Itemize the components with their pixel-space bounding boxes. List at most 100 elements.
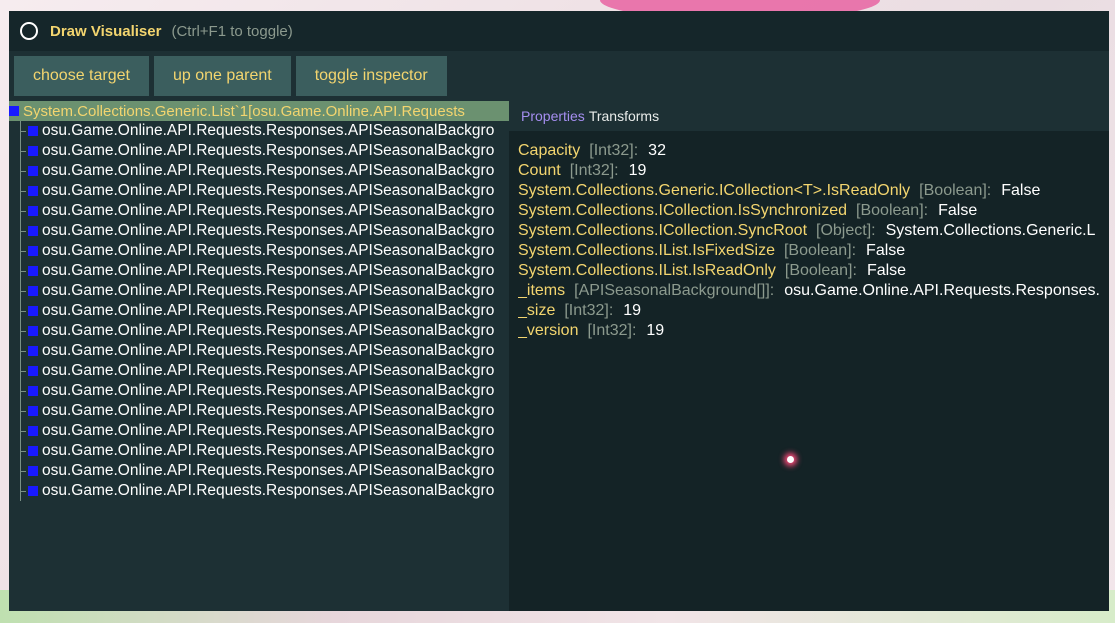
property-row: System.Collections.ICollection.SyncRoot [… <box>518 221 1109 241</box>
tree-branch-line <box>20 150 26 152</box>
property-type: [Boolean]: <box>919 182 992 199</box>
tree-root-label: System.Collections.Generic.List`1[osu.Ga… <box>23 102 465 120</box>
property-row: _size [Int32]: 19 <box>518 301 1109 321</box>
property-value: False <box>866 262 907 279</box>
node-square-icon <box>28 366 38 376</box>
tree-item-label: osu.Game.Online.API.Requests.Responses.A… <box>42 162 495 179</box>
tree-item-label: osu.Game.Online.API.Requests.Responses.A… <box>42 422 495 439</box>
property-name: Count <box>518 162 561 179</box>
tree-item-label: osu.Game.Online.API.Requests.Responses.A… <box>42 242 495 259</box>
tree-item[interactable]: osu.Game.Online.API.Requests.Responses.A… <box>20 421 509 441</box>
property-type: [Boolean]: <box>784 262 857 279</box>
tree-item[interactable]: osu.Game.Online.API.Requests.Responses.A… <box>20 221 509 241</box>
tree-item[interactable]: osu.Game.Online.API.Requests.Responses.A… <box>20 301 509 321</box>
tree-branch-line <box>20 370 26 372</box>
tree-branch-line <box>20 170 26 172</box>
toolbar: choose target up one parent toggle inspe… <box>14 56 447 96</box>
tree-item[interactable]: osu.Game.Online.API.Requests.Responses.A… <box>20 141 509 161</box>
node-square-icon <box>28 306 38 316</box>
tree-item[interactable]: osu.Game.Online.API.Requests.Responses.A… <box>20 321 509 341</box>
tree-item-label: osu.Game.Online.API.Requests.Responses.A… <box>42 142 495 159</box>
tree-branch-line <box>20 250 26 252</box>
property-type: [Boolean]: <box>783 242 857 259</box>
node-square-icon <box>28 266 38 276</box>
choose-target-button[interactable]: choose target <box>14 56 149 96</box>
title-bar[interactable]: Draw Visualiser (Ctrl+F1 to toggle) <box>9 11 1109 51</box>
tree-item-label: osu.Game.Online.API.Requests.Responses.A… <box>42 402 495 419</box>
tree-item[interactable]: osu.Game.Online.API.Requests.Responses.A… <box>20 401 509 421</box>
tree-item-label: osu.Game.Online.API.Requests.Responses.A… <box>42 462 495 479</box>
property-value: 19 <box>623 302 642 319</box>
tree-item-label: osu.Game.Online.API.Requests.Responses.A… <box>42 182 495 199</box>
node-square-icon <box>28 146 38 156</box>
up-one-parent-button[interactable]: up one parent <box>153 56 291 96</box>
circle-icon <box>20 22 38 40</box>
property-type: [Boolean]: <box>856 202 929 219</box>
tree-item[interactable]: osu.Game.Online.API.Requests.Responses.A… <box>20 361 509 381</box>
tree-branch-line <box>20 350 26 352</box>
node-square-icon <box>28 446 38 456</box>
node-square-icon <box>28 406 38 416</box>
tree-item[interactable]: osu.Game.Online.API.Requests.Responses.A… <box>20 481 509 501</box>
tree-item[interactable]: osu.Game.Online.API.Requests.Responses.A… <box>20 441 509 461</box>
tree-item[interactable]: osu.Game.Online.API.Requests.Responses.A… <box>20 341 509 361</box>
property-name: System.Collections.IList.IsReadOnly <box>518 262 776 279</box>
node-square-icon <box>28 126 38 136</box>
tree-item-label: osu.Game.Online.API.Requests.Responses.A… <box>42 222 495 239</box>
node-square-icon <box>9 106 19 116</box>
node-square-icon <box>28 286 38 296</box>
draw-visualiser-window: Draw Visualiser (Ctrl+F1 to toggle) choo… <box>9 11 1109 611</box>
toggle-inspector-button[interactable]: toggle inspector <box>295 56 447 96</box>
window-title: Draw Visualiser <box>50 22 162 40</box>
property-type: [Object]: <box>816 222 876 239</box>
property-row: _items [APISeasonalBackground[]]: osu.Game… <box>518 281 1109 301</box>
tree-item[interactable]: osu.Game.Online.API.Requests.Responses.A… <box>20 461 509 481</box>
tree-item-label: osu.Game.Online.API.Requests.Responses.A… <box>42 482 495 499</box>
drawable-tree[interactable]: System.Collections.Generic.List`1[osu.Ga… <box>9 101 509 611</box>
node-square-icon <box>28 226 38 236</box>
tree-branch-line <box>20 330 26 332</box>
tree-item-label: osu.Game.Online.API.Requests.Responses.A… <box>42 322 495 339</box>
tree-item[interactable]: osu.Game.Online.API.Requests.Responses.A… <box>20 281 509 301</box>
tree-branch-line <box>20 270 26 272</box>
tree-item[interactable]: osu.Game.Online.API.Requests.Responses.A… <box>20 121 509 141</box>
tree-item[interactable]: osu.Game.Online.API.Requests.Responses.A… <box>20 161 509 181</box>
tree-item[interactable]: osu.Game.Online.API.Requests.Responses.A… <box>20 241 509 261</box>
property-name: System.Collections.ICollection.SyncRoot <box>518 222 808 239</box>
tree-root-item[interactable]: System.Collections.Generic.List`1[osu.Ga… <box>9 101 509 121</box>
tree-item[interactable]: osu.Game.Online.API.Requests.Responses.A… <box>20 201 509 221</box>
node-square-icon <box>28 326 38 336</box>
property-type: [Int32]: <box>589 142 639 159</box>
node-square-icon <box>28 346 38 356</box>
property-row: System.Collections.Generic.ICollection<T… <box>518 181 1109 201</box>
tree-item-label: osu.Game.Online.API.Requests.Responses.A… <box>42 262 495 279</box>
property-type: [Int32]: <box>569 162 619 179</box>
property-row: System.Collections.ICollection.IsSynchro… <box>518 201 1109 221</box>
tree-item-label: osu.Game.Online.API.Requests.Responses.A… <box>42 202 495 219</box>
tree-branch-line <box>20 470 26 472</box>
tab-properties[interactable]: Properties <box>521 108 585 124</box>
property-row: Capacity [Int32]: 32 <box>518 141 1109 161</box>
tab-transforms[interactable]: Transforms <box>589 108 659 124</box>
mouse-cursor <box>787 456 794 463</box>
property-name: System.Collections.IList.IsFixedSize <box>518 242 775 259</box>
property-value: 19 <box>646 322 665 339</box>
inspector-tabs: Properties Transforms <box>509 101 1109 131</box>
property-name: _version <box>518 322 579 339</box>
property-row: System.Collections.IList.IsReadOnly [Bool… <box>518 261 1109 281</box>
property-inspector: Properties Transforms Capacity [Int32]: 32… <box>509 101 1109 611</box>
node-square-icon <box>28 426 38 436</box>
tree-item[interactable]: osu.Game.Online.API.Requests.Responses.A… <box>20 261 509 281</box>
toggle-hint: (Ctrl+F1 to toggle) <box>171 22 293 40</box>
property-list: Capacity [Int32]: 32 Count [Int32]: 19 System.… <box>518 141 1109 341</box>
property-row: Count [Int32]: 19 <box>518 161 1109 181</box>
node-square-icon <box>28 486 38 496</box>
tree-item[interactable]: osu.Game.Online.API.Requests.Responses.A… <box>20 381 509 401</box>
tree-item[interactable]: osu.Game.Online.API.Requests.Responses.A… <box>20 181 509 201</box>
property-value: 19 <box>628 162 647 179</box>
tree-branch-line <box>20 210 26 212</box>
property-value: False <box>1001 182 1041 199</box>
property-type: [Int32]: <box>564 302 614 319</box>
node-square-icon <box>28 186 38 196</box>
tree-branch-line <box>20 290 26 292</box>
